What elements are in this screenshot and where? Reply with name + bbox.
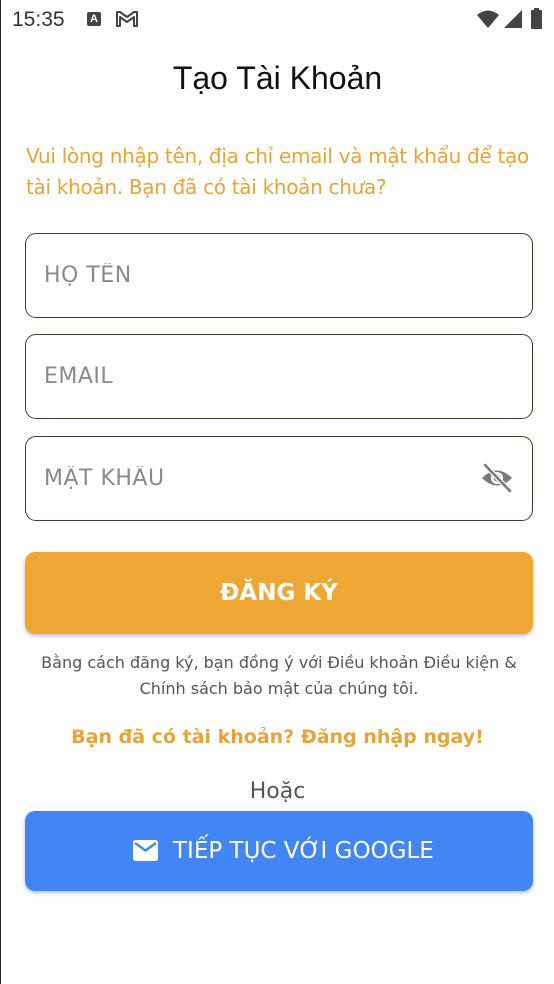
intro-text: Vui lòng nhập tên, địa chỉ email và mật … (26, 144, 529, 199)
google-button-label: TIẾP TỤC VỚI GOOGLE (173, 838, 434, 864)
battery-icon (531, 8, 542, 29)
wifi-icon (477, 10, 499, 28)
eye-off-icon[interactable] (480, 463, 514, 493)
status-bar: 15:35 A (1, 0, 554, 40)
signal-icon (504, 10, 522, 28)
a-notification-icon: A (87, 12, 101, 26)
continue-with-google-button[interactable]: TIẾP TỤC VỚI GOOGLE (25, 811, 533, 891)
mail-icon (133, 840, 158, 861)
email-input[interactable] (44, 335, 464, 418)
email-field[interactable] (25, 334, 533, 419)
or-divider-text: Hoặc (249, 779, 306, 804)
register-button[interactable]: ĐĂNG KÝ (25, 552, 533, 634)
name-field[interactable] (25, 233, 533, 318)
page-title: Tạo Tài Khoản (172, 60, 383, 96)
name-input[interactable] (44, 234, 464, 317)
status-time: 15:35 (12, 8, 65, 31)
password-field[interactable] (25, 436, 533, 521)
login-link[interactable]: Bạn đã có tài khoản? Đăng nhập ngay! (1, 726, 554, 748)
password-input[interactable] (44, 437, 464, 520)
terms-text: Bằng cách đăng ký, bạn đồng ý với Điều k… (41, 653, 517, 698)
gmail-icon (116, 11, 138, 27)
register-screen: 15:35 A Tạo Tài Khoản Vui lòng nhập tên,… (0, 0, 554, 984)
